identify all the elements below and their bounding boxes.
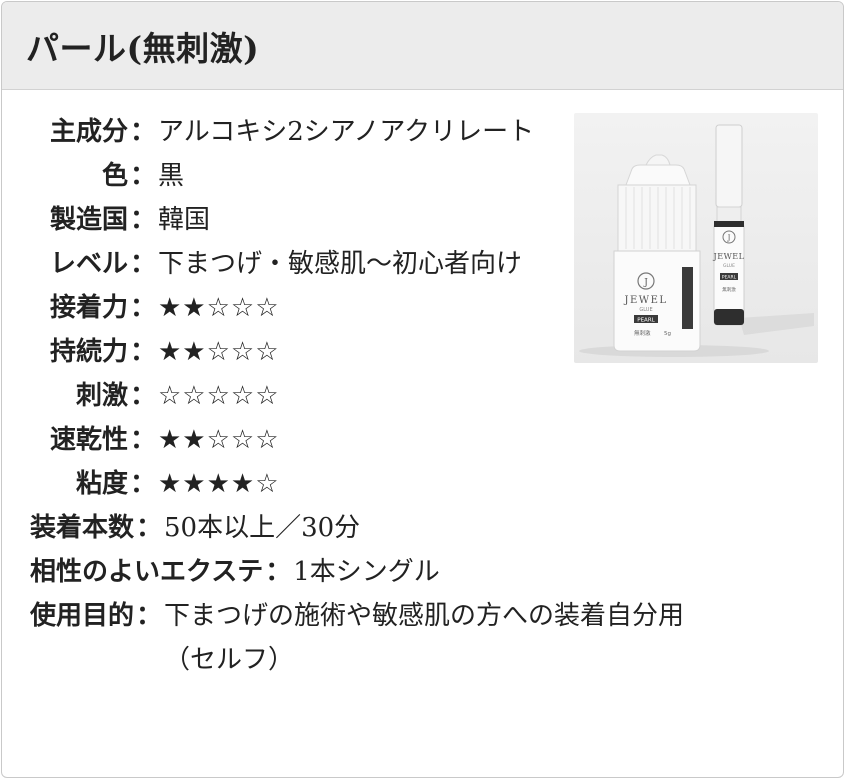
spec-colon: ：	[129, 337, 156, 367]
rating-stars: ★★★★☆	[158, 469, 280, 499]
svg-text:GLUE: GLUE	[639, 307, 652, 313]
glue-bottle-illustration: J JEWEL GLUE PEARL 無刺激 5g J JEWEL GLUE P…	[579, 124, 814, 357]
spec-value: 黒	[158, 161, 185, 191]
spec-colon: ：	[129, 161, 156, 191]
spec-value: 1本シングル	[293, 557, 440, 587]
spec-colon: ：	[265, 557, 292, 587]
spec-label: レベル	[49, 249, 128, 279]
spec-label: 色	[101, 161, 128, 191]
spec-label: 接着力	[49, 293, 128, 323]
spec-colon: ：	[129, 117, 156, 147]
rating-stars: ☆☆☆☆☆	[158, 381, 280, 411]
spec-label: 主成分	[49, 117, 128, 147]
spec-colon: ：	[129, 469, 156, 499]
spec-value: 下まつげ・敏感肌〜初心者向け	[158, 249, 523, 279]
spec-row-viscosity: 粘度 ： ★★★★☆	[30, 462, 750, 506]
product-card: パール(無刺激) 主成分 ： アルコキシ2シアノアクリレート 色 ： 黒 製造国…	[1, 1, 844, 778]
svg-text:J: J	[727, 234, 731, 242]
spec-colon: ：	[136, 513, 163, 543]
svg-text:PEARL: PEARL	[722, 275, 737, 281]
glue-bottle: J JEWEL GLUE PEARL 無刺激 5g	[613, 154, 701, 352]
card-header: パール(無刺激)	[2, 2, 843, 90]
spec-row-purpose: 使用目的 ： 下まつげの施術や敏感肌の方への装着自分用（セルフ）	[30, 594, 750, 682]
spec-row-drying: 速乾性 ： ★★☆☆☆	[30, 418, 750, 462]
spec-label: 使用目的	[30, 601, 135, 631]
svg-text:無刺激: 無刺激	[722, 286, 736, 293]
spec-colon: ：	[129, 293, 156, 323]
spec-label: 相性のよいエクステ	[30, 557, 264, 587]
rating-stars: ★★☆☆☆	[158, 425, 280, 455]
spec-colon: ：	[129, 249, 156, 279]
product-title: パール(無刺激)	[26, 28, 260, 68]
svg-text:無刺激: 無刺激	[634, 329, 651, 337]
spec-label: 速乾性	[49, 425, 128, 455]
product-image: J JEWEL GLUE PEARL 無刺激 5g J JEWEL GLUE P…	[574, 113, 818, 363]
spec-label: 製造国	[49, 205, 128, 235]
spec-value: 下まつげの施術や敏感肌の方への装着自分用（セルフ）	[164, 601, 685, 675]
svg-text:5g: 5g	[664, 331, 671, 337]
svg-text:J: J	[643, 278, 648, 288]
spec-label: 刺激	[75, 381, 128, 411]
spec-value: アルコキシ2シアノアクリレート	[158, 117, 535, 147]
spec-value: 50本以上／30分	[164, 513, 361, 543]
svg-text:JEWEL: JEWEL	[623, 295, 667, 306]
spec-colon: ：	[129, 205, 156, 235]
spec-label: 持続力	[49, 337, 128, 367]
spec-colon: ：	[136, 601, 163, 631]
spec-label: 装着本数	[30, 513, 135, 543]
spec-row-irritation: 刺激 ： ☆☆☆☆☆	[30, 374, 750, 418]
spec-value: 韓国	[158, 205, 211, 235]
spec-row-compatible: 相性のよいエクステ ： 1本シングル	[30, 550, 750, 594]
spec-label: 粘度	[75, 469, 128, 499]
rating-stars: ★★☆☆☆	[158, 337, 280, 367]
rating-stars: ★★☆☆☆	[158, 293, 280, 323]
glue-tube: J JEWEL GLUE PEARL 無刺激	[713, 124, 745, 326]
spec-colon: ：	[129, 425, 156, 455]
spec-colon: ：	[129, 381, 156, 411]
svg-text:PEARL: PEARL	[637, 318, 655, 324]
svg-text:GLUE: GLUE	[723, 263, 735, 269]
spec-row-count: 装着本数 ： 50本以上／30分	[30, 506, 750, 550]
svg-text:JEWEL: JEWEL	[713, 252, 745, 261]
